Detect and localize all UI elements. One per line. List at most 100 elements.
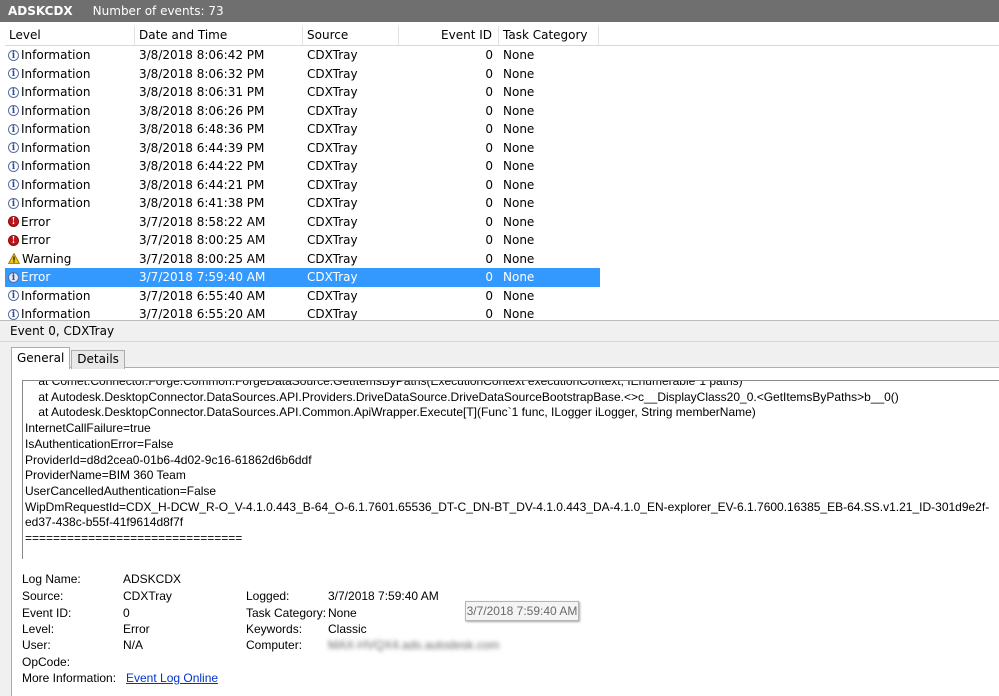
event-level-text: Information (21, 177, 91, 192)
event-level-text: Information (21, 48, 91, 62)
event-level-cell: i Information (5, 46, 135, 65)
info-icon: i (8, 179, 19, 191)
event-row[interactable]: i Error 3/7/2018 7:59:40 AM CDXTray 0 None (5, 268, 600, 287)
logged-tooltip: 3/7/2018 7:59:40 AM (465, 601, 579, 621)
logged-value: 3/7/2018 7:59:40 AM (328, 589, 439, 603)
event-category-cell: None (503, 177, 535, 192)
computer-value: MAX-HVQX4.ads.autodesk.com (328, 638, 500, 652)
column-header-event-id[interactable]: Event ID (399, 26, 499, 45)
event-row[interactable]: ! Error 3/7/2018 8:58:22 AM CDXTray 0 None (5, 213, 999, 232)
event-level-cell: i Information (5, 305, 135, 320)
event-category-cell: None (503, 122, 535, 136)
event-id-cell: 0 (485, 66, 493, 81)
event-level-cell: i Information (5, 157, 135, 176)
event-category-cell: None (503, 48, 535, 62)
log-name-label: Log Name: (22, 572, 81, 586)
event-date-cell: 3/7/2018 6:55:40 AM (139, 288, 266, 303)
event-level-cell: Warning (5, 250, 135, 269)
event-list[interactable]: Level Date and Time Source Event ID Task… (5, 26, 999, 320)
event-category-cell: None (503, 251, 535, 266)
event-row[interactable]: i Information 3/8/2018 6:48:36 PM CDXTray 0 N… (5, 120, 999, 139)
message-line: WipDmRequestId=CDX_H-DCW_R-O_V-4.1.0.443… (25, 499, 990, 530)
event-row[interactable]: i Information 3/8/2018 8:06:26 PM CDXTray 0 N… (5, 102, 999, 121)
event-date-cell: 3/7/2018 6:55:20 AM (139, 307, 266, 320)
event-date-cell: 3/8/2018 6:41:38 PM (139, 196, 265, 210)
column-header-level[interactable]: Level (5, 26, 135, 45)
event-message-box[interactable]: at Comet.Connector.Forge.Common.ForgeDat… (22, 380, 999, 559)
tab-details[interactable]: Details (71, 350, 125, 369)
error-icon: ! (8, 216, 19, 228)
event-id-cell: 0 (485, 288, 493, 303)
info-icon: i (8, 123, 19, 135)
event-source-cell: CDXTray (307, 251, 358, 266)
event-level-text: Information (21, 140, 91, 155)
event-level-cell: i Information (5, 83, 135, 102)
event-row[interactable]: i Information 3/8/2018 6:44:39 PM CDXTray 0 N… (5, 139, 999, 158)
event-row[interactable]: ! Error 3/7/2018 8:00:25 AM CDXTray 0 None (5, 231, 999, 250)
event-source-cell: CDXTray (307, 66, 358, 81)
event-level-cell: i Error (5, 268, 135, 287)
opcode-label: OpCode: (22, 655, 71, 669)
event-source-cell: CDXTray (307, 233, 358, 247)
error-icon: ! (8, 234, 19, 246)
event-category-cell: None (503, 66, 535, 81)
keywords-label: Keywords: (246, 622, 303, 636)
column-header-date[interactable]: Date and Time (135, 26, 303, 45)
log-title-bar: ADSKCDX Number of events: 73 (0, 0, 999, 22)
event-row[interactable]: i Information 3/8/2018 8:06:42 PM CDXTray 0 N… (5, 46, 999, 65)
event-date-cell: 3/7/2018 8:58:22 AM (139, 214, 266, 229)
event-detail-title: Event 0, CDXTray (10, 324, 115, 338)
event-row[interactable]: i Information 3/8/2018 6:44:22 PM CDXTray 0 N… (5, 157, 999, 176)
event-id-cell: 0 (485, 270, 493, 284)
event-rows: i Information 3/8/2018 8:06:42 PM CDXTray 0 N… (5, 46, 999, 320)
event-row[interactable]: i Information 3/8/2018 8:06:32 PM CDXTray 0 N… (5, 65, 999, 84)
event-date-cell: 3/8/2018 8:06:26 PM (139, 103, 265, 118)
user-value: N/A (123, 638, 144, 652)
message-line: ProviderId=d8d2cea0-01b6-4d02-9c16-61862… (25, 452, 312, 467)
event-source-cell: CDXTray (307, 85, 358, 99)
event-detail-header: Event 0, CDXTray (0, 321, 999, 342)
event-id-cell: 0 (485, 103, 493, 118)
column-header-source[interactable]: Source (303, 26, 399, 45)
event-row[interactable]: i Information 3/8/2018 8:06:31 PM CDXTray 0 N… (5, 83, 999, 102)
event-log-online-link[interactable]: Event Log Online (126, 671, 218, 685)
event-date-cell: 3/8/2018 8:06:32 PM (139, 66, 265, 81)
event-category-cell: None (503, 214, 535, 229)
event-level-cell: i Information (5, 139, 135, 158)
event-level-cell: i Information (5, 194, 135, 213)
info-icon: i (8, 197, 19, 209)
event-level-text: Warning (22, 251, 72, 266)
event-category-cell: None (503, 140, 535, 155)
event-row[interactable]: i Information 3/8/2018 6:44:21 PM CDXTray 0 N… (5, 176, 999, 195)
level-label: Level: (22, 622, 55, 636)
event-category-cell: None (503, 307, 535, 320)
info-icon: i (8, 49, 19, 61)
event-row[interactable]: Warning 3/7/2018 8:00:25 AM CDXTray 0 None (5, 250, 999, 269)
event-category-cell: None (503, 103, 535, 118)
event-id-cell: 0 (485, 140, 493, 155)
event-row[interactable]: i Information 3/7/2018 6:55:20 AM CDXTray 0 N… (5, 305, 999, 320)
event-id-cell: 0 (485, 214, 493, 229)
column-header-task-category[interactable]: Task Category (499, 26, 599, 45)
event-source-cell: CDXTray (307, 48, 358, 62)
message-line: ProviderName=BIM 360 Team (25, 468, 186, 483)
event-row[interactable]: i Information 3/7/2018 6:55:40 AM CDXTray 0 N… (5, 287, 999, 306)
event-level-text: Information (21, 307, 91, 320)
event-id-cell: 0 (485, 122, 493, 136)
message-line: at Autodesk.DesktopConnector.DataSources… (25, 389, 899, 404)
event-row[interactable]: i Information 3/8/2018 6:41:38 PM CDXTray 0 N… (5, 194, 999, 213)
event-level-cell: ! Error (5, 231, 135, 250)
event-source-cell: CDXTray (307, 307, 358, 320)
info-icon: i (8, 86, 19, 98)
tab-general[interactable]: General (11, 347, 71, 369)
event-level-text: Information (21, 85, 91, 99)
event-source-cell: CDXTray (307, 288, 358, 303)
event-id-cell: 0 (485, 251, 493, 266)
event-date-cell: 3/7/2018 8:00:25 AM (139, 251, 266, 266)
event-level-cell: ! Error (5, 213, 135, 232)
event-id-value: 0 (123, 606, 130, 620)
info-icon: i (8, 308, 19, 320)
more-info-label: More Information: (22, 671, 117, 685)
event-level-text: Information (21, 103, 91, 118)
task-category-label: Task Category: (246, 606, 327, 620)
